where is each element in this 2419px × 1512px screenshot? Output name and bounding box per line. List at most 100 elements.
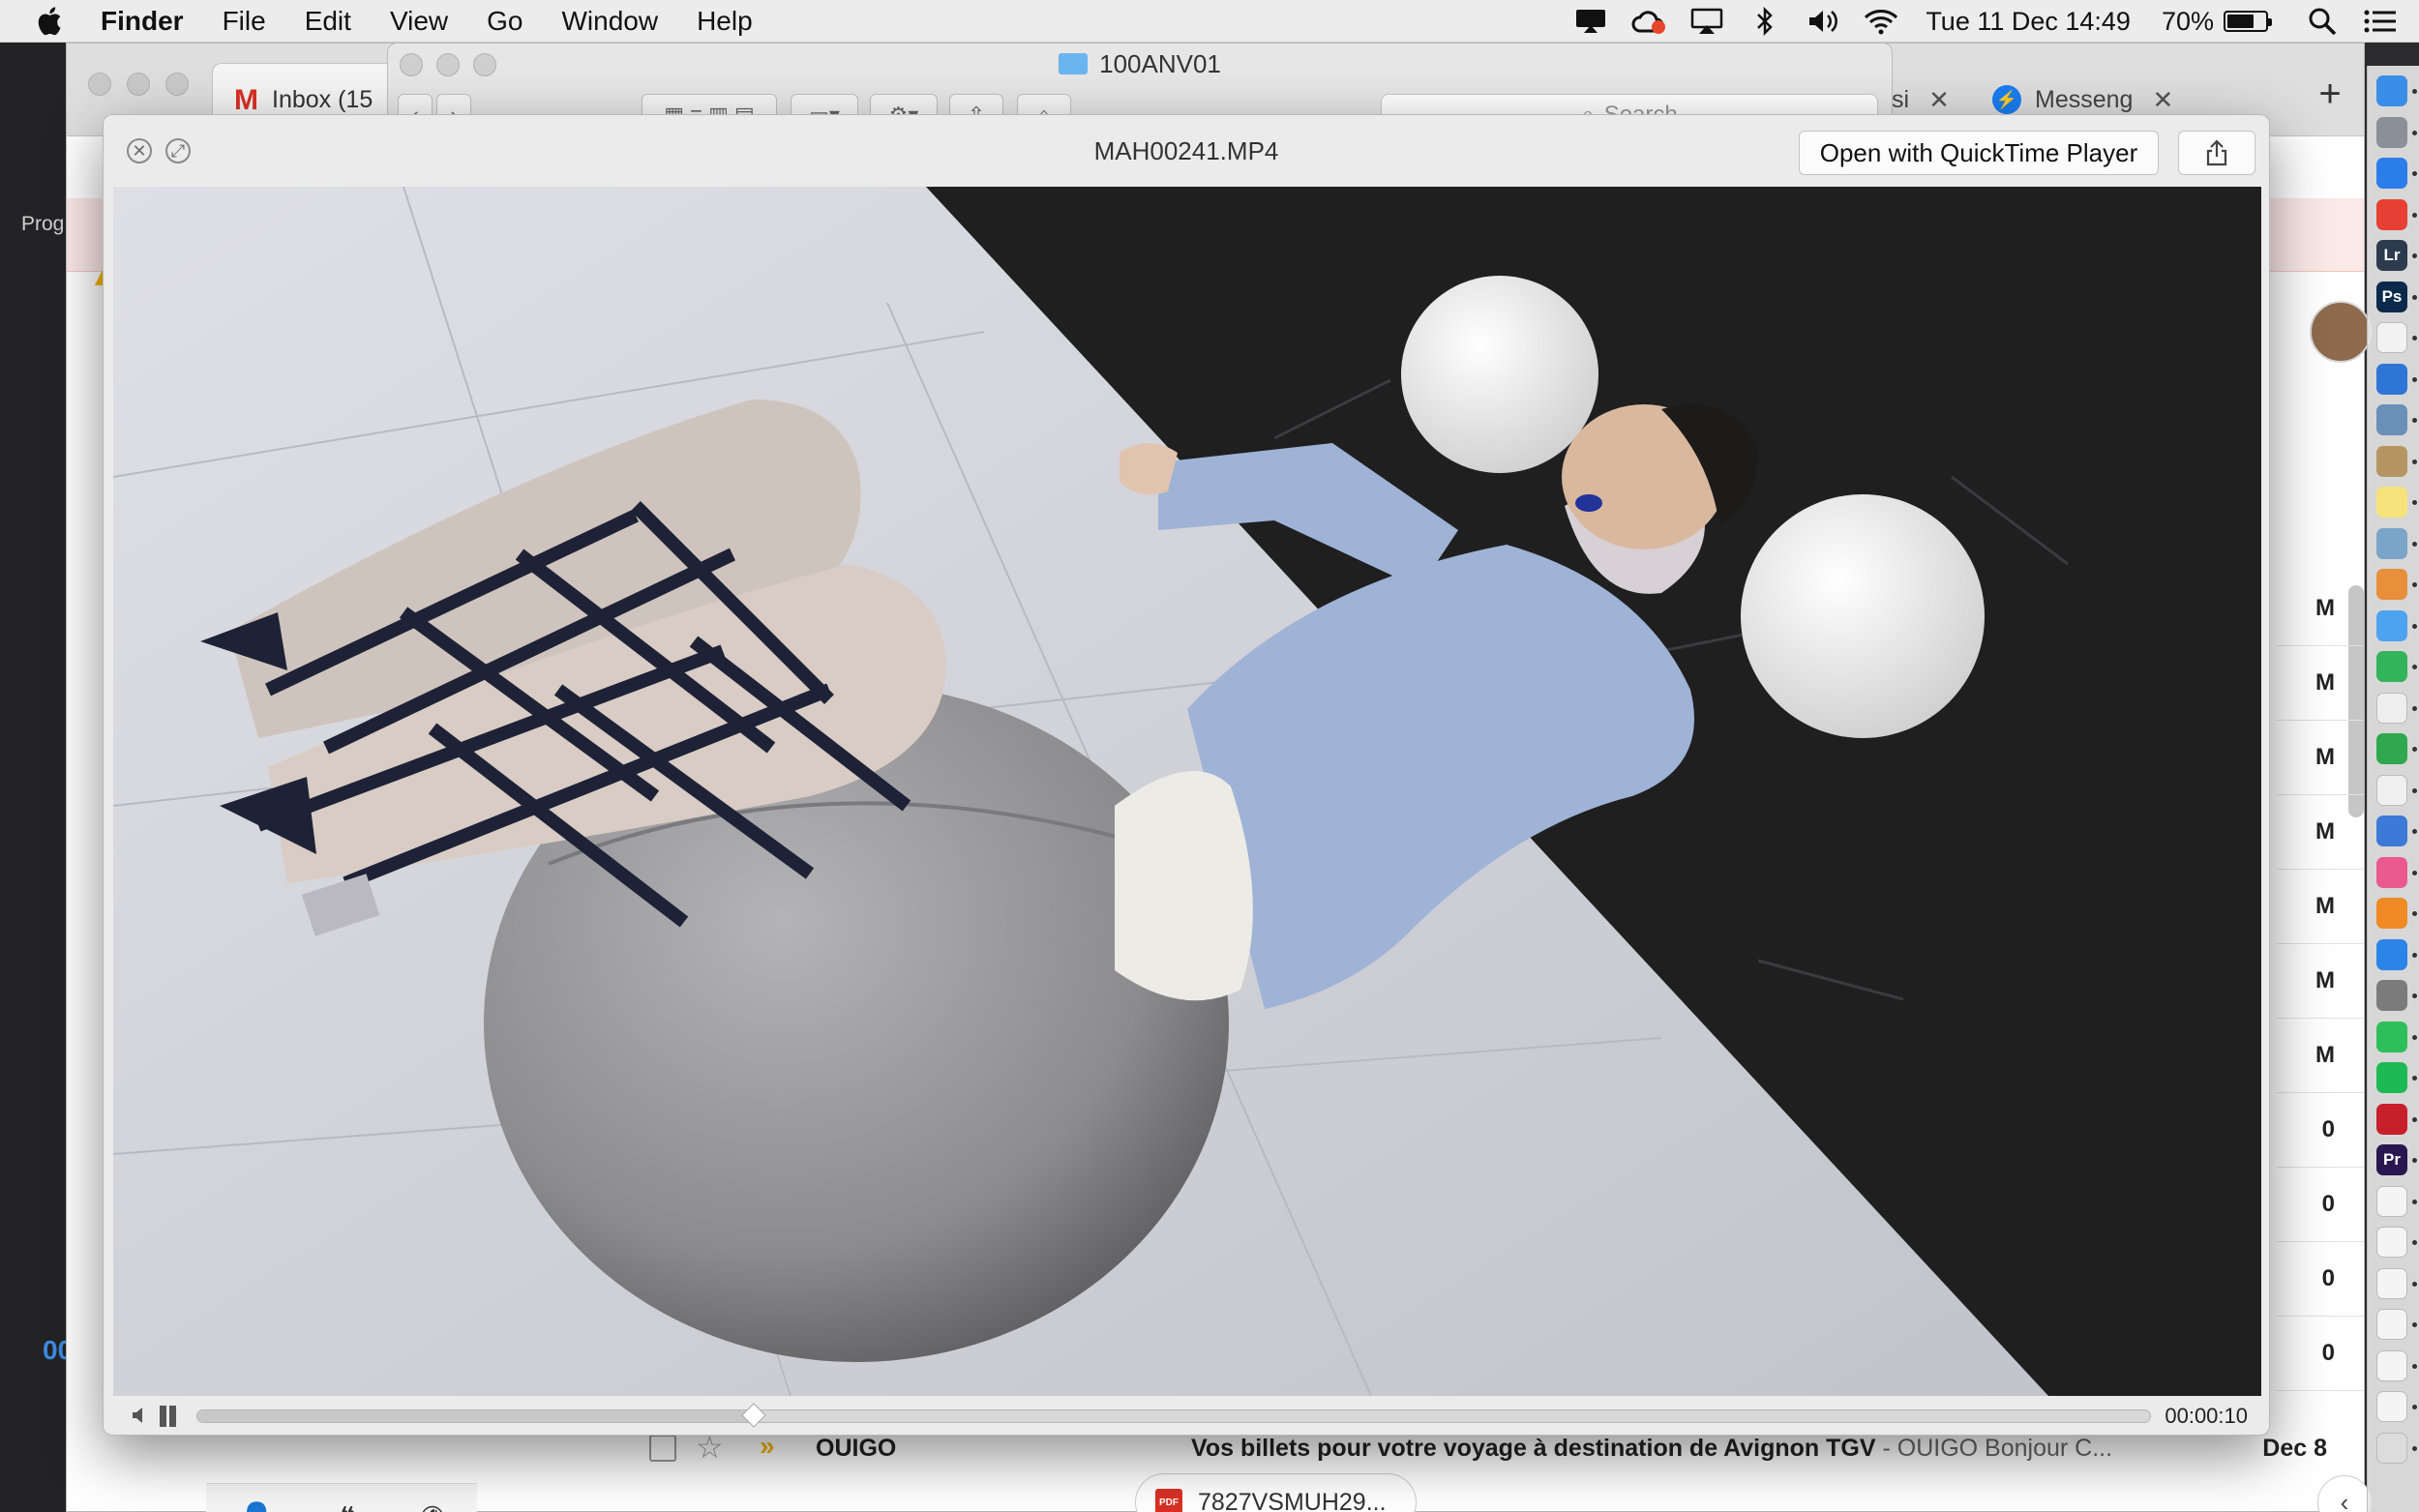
- browser-close-button[interactable]: [88, 73, 111, 96]
- battery-percent[interactable]: 70%: [2162, 7, 2214, 37]
- new-tab-button[interactable]: +: [2296, 73, 2364, 116]
- folder-icon: [1059, 53, 1089, 74]
- bluetooth-icon[interactable]: [1746, 2, 1784, 41]
- contacts-icon[interactable]: 👤: [239, 1501, 275, 1512]
- running-indicator: [2412, 1158, 2417, 1163]
- reminders-icon[interactable]: [2376, 692, 2407, 724]
- app-store-icon[interactable]: [2376, 938, 2407, 970]
- clock[interactable]: Tue 11 Dec 14:49: [1926, 7, 2131, 37]
- email-subject: Vos billets pour votre voyage à destinat…: [1191, 1435, 1876, 1462]
- keynote-icon[interactable]: [2376, 815, 2407, 846]
- acrobat-icon[interactable]: [2376, 1103, 2407, 1135]
- avatar[interactable]: [2310, 301, 2372, 363]
- facetime-icon[interactable]: [2376, 651, 2407, 682]
- pages-icon[interactable]: [2376, 774, 2407, 806]
- notes-icon[interactable]: [2376, 487, 2407, 518]
- menu-help[interactable]: Help: [697, 6, 753, 37]
- finder-title: 100ANV01: [388, 49, 1892, 79]
- premiere-icon[interactable]: Pr: [2376, 1144, 2407, 1175]
- row-divider: [2277, 869, 2364, 870]
- volume-icon[interactable]: [131, 1406, 150, 1430]
- messenger-icon: ⚡: [1992, 85, 2021, 114]
- running-indicator: [2412, 911, 2417, 916]
- contacts-icon[interactable]: [2376, 445, 2407, 477]
- trash-icon[interactable]: [2376, 1432, 2407, 1464]
- status-area: Tue 11 Dec 14:49 70%: [1562, 0, 2419, 43]
- document-thumb-icon[interactable]: [2376, 1309, 2407, 1340]
- running-indicator: [2412, 787, 2417, 793]
- row-divider: [2277, 794, 2364, 795]
- notification-center-icon[interactable]: [2361, 2, 2400, 41]
- row-divider: [2277, 645, 2364, 646]
- preview-icon[interactable]: [2376, 404, 2407, 435]
- 1password-icon[interactable]: [2376, 363, 2407, 395]
- photos-icon[interactable]: [2376, 569, 2407, 600]
- whatsapp-icon[interactable]: [2376, 1021, 2407, 1052]
- running-indicator: [2412, 541, 2417, 547]
- open-with-quicktime-button[interactable]: Open with QuickTime Player: [1799, 131, 2159, 175]
- row-divider: [2277, 943, 2364, 944]
- row-divider: [2277, 1167, 2364, 1168]
- quicklook-window: ✕ ⤢ MAH00241.MP4 Open with QuickTime Pla…: [103, 114, 2270, 1436]
- airplay-icon[interactable]: [1687, 2, 1726, 41]
- apple-menu-icon[interactable]: [35, 5, 68, 38]
- display-mirroring-icon[interactable]: [1571, 2, 1610, 41]
- messages-icon[interactable]: [2376, 609, 2407, 641]
- scrubber-handle[interactable]: [741, 1403, 766, 1428]
- spotlight-icon[interactable]: [2303, 2, 2342, 41]
- document-thumb-icon[interactable]: [2376, 1349, 2407, 1381]
- finder-icon[interactable]: [2376, 75, 2407, 106]
- document-thumb-icon[interactable]: [2376, 1185, 2407, 1217]
- running-indicator: [2412, 1405, 2417, 1409]
- running-indicator: [2412, 1240, 2417, 1245]
- phone-icon[interactable]: ✆: [420, 1501, 444, 1512]
- volume-icon[interactable]: [1804, 2, 1842, 41]
- menu-file[interactable]: File: [223, 6, 266, 37]
- menu-edit[interactable]: Edit: [305, 6, 351, 37]
- lightroom-icon[interactable]: Lr: [2376, 240, 2407, 271]
- safari-icon[interactable]: [2376, 158, 2407, 189]
- close-tab-icon[interactable]: ✕: [1928, 85, 1950, 115]
- calendar-icon[interactable]: [2376, 322, 2407, 353]
- premiere-window-edge: Prog 00: [0, 43, 73, 1512]
- menu-go[interactable]: Go: [487, 6, 523, 37]
- menu-view[interactable]: View: [390, 6, 448, 37]
- numbers-icon[interactable]: [2376, 733, 2407, 764]
- photoshop-icon[interactable]: Ps: [2376, 281, 2407, 312]
- menu-app-name[interactable]: Finder: [101, 6, 184, 37]
- wifi-icon[interactable]: [1862, 2, 1900, 41]
- row-divider: [2277, 1316, 2364, 1317]
- system-preferences-icon[interactable]: [2376, 980, 2407, 1011]
- elapsed-time: 00:00:10: [2165, 1404, 2248, 1428]
- running-indicator: [2412, 747, 2417, 752]
- launchpad-icon[interactable]: [2376, 116, 2407, 148]
- image-capture-icon[interactable]: [2376, 527, 2407, 559]
- browser-minimize-button[interactable]: [127, 73, 150, 96]
- scrubber-played: [197, 1410, 755, 1422]
- hangouts-icon[interactable]: ❝: [340, 1501, 355, 1512]
- share-button[interactable]: [2178, 131, 2255, 175]
- running-indicator: [2412, 212, 2417, 218]
- ibooks-icon[interactable]: [2376, 898, 2407, 929]
- row-checkbox[interactable]: [649, 1435, 676, 1462]
- running-indicator: [2412, 1445, 2417, 1451]
- battery-icon[interactable]: [2224, 11, 2272, 32]
- running-indicator: [2412, 829, 2417, 834]
- document-thumb-icon[interactable]: [2376, 1391, 2407, 1422]
- itunes-icon[interactable]: [2376, 856, 2407, 888]
- chrome-icon[interactable]: [2376, 198, 2407, 230]
- document-thumb-icon[interactable]: [2376, 1267, 2407, 1299]
- running-indicator: [2412, 130, 2417, 135]
- scrubber[interactable]: [196, 1403, 2151, 1428]
- spotify-icon[interactable]: [2376, 1062, 2407, 1093]
- running-indicator: [2412, 1034, 2417, 1040]
- attachment-chip[interactable]: PDF 7827VSMUH29...: [1135, 1473, 1417, 1512]
- browser-zoom-button[interactable]: [165, 73, 189, 96]
- close-tab-icon[interactable]: ✕: [2152, 85, 2173, 115]
- creative-cloud-icon[interactable]: [1629, 2, 1668, 41]
- pause-button[interactable]: [158, 1406, 179, 1427]
- video-frame[interactable]: [113, 187, 2261, 1396]
- document-thumb-icon[interactable]: [2376, 1227, 2407, 1258]
- menu-window[interactable]: Window: [561, 6, 658, 37]
- scrollbar[interactable]: [2348, 585, 2364, 817]
